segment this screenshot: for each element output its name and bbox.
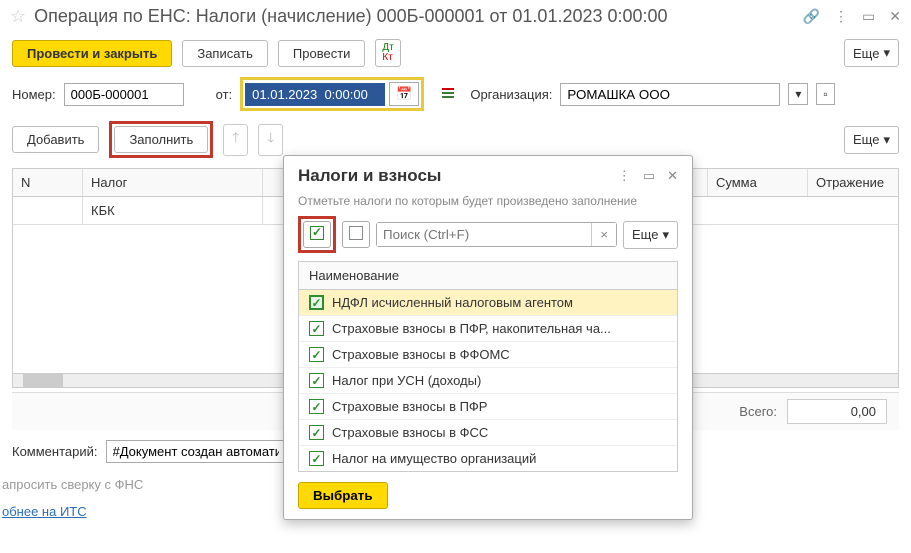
col-n: N [13, 169, 83, 196]
number-input[interactable] [64, 83, 184, 106]
org-input[interactable] [560, 83, 780, 106]
select-button[interactable]: Выбрать [298, 482, 388, 509]
popup-row[interactable]: ✓ Налог при УСН (доходы) [299, 368, 677, 394]
checkbox-icon[interactable]: ✓ [309, 373, 324, 388]
checkbox-icon[interactable]: ✓ [309, 399, 324, 414]
popup-subtitle: Отметьте налоги по которым будет произве… [284, 190, 692, 216]
org-dropdown-icon[interactable]: ▾ [788, 83, 808, 105]
sub-kbk: КБК [83, 197, 263, 224]
popup-more-icon[interactable]: ⋮ [618, 168, 631, 184]
table-more-button[interactable]: Еще ▾ [844, 126, 899, 154]
col-reflect: Отражение [808, 169, 898, 196]
from-label: от: [216, 87, 233, 102]
popup-row-label: Страховые взносы в ПФР, накопительная ча… [332, 321, 667, 336]
popup-title: Налоги и взносы [298, 166, 610, 186]
taxes-popup: Налоги и взносы ⋮ ▭ ✕ Отметьте налоги по… [283, 155, 693, 520]
checkbox-icon[interactable]: ✓ [309, 347, 324, 362]
dtkt-button[interactable]: ДтКт [375, 39, 400, 67]
popup-row-label: Страховые взносы в ПФР [332, 399, 667, 414]
popup-row[interactable]: ✓ Страховые взносы в ФФОМС [299, 342, 677, 368]
popup-row[interactable]: ✓ Страховые взносы в ФСС [299, 420, 677, 446]
uncheck-all-button[interactable] [342, 221, 370, 248]
totals-value: 0,00 [787, 399, 887, 424]
link-icon[interactable]: 🔗 [803, 8, 820, 25]
totals-label: Всего: [739, 404, 777, 419]
more-button[interactable]: Еще ▾ [844, 39, 899, 67]
date-input[interactable] [245, 83, 385, 106]
comment-label: Комментарий: [12, 444, 98, 459]
org-label: Организация: [470, 87, 552, 102]
col-tax: Налог [83, 169, 263, 196]
popup-col-name: Наименование [299, 262, 677, 290]
post-button[interactable]: Провести [278, 40, 366, 67]
restore-icon[interactable]: ▭ [862, 8, 875, 25]
popup-row-label: Налог при УСН (доходы) [332, 373, 667, 388]
popup-more-button[interactable]: Еще ▾ [623, 221, 678, 249]
popup-close-icon[interactable]: ✕ [667, 168, 678, 184]
checkbox-icon[interactable]: ✓ [309, 425, 324, 440]
comment-input[interactable] [106, 440, 286, 463]
close-icon[interactable]: ✕ [889, 8, 901, 25]
popup-row[interactable]: ✓ Налог на имущество организаций [299, 446, 677, 471]
checkbox-icon[interactable]: ✓ [309, 321, 324, 336]
number-label: Номер: [12, 87, 56, 102]
more-vert-icon[interactable]: ⋮ [834, 8, 848, 25]
popup-row[interactable]: ✓ Страховые взносы в ПФР [299, 394, 677, 420]
popup-row-label: НДФЛ исчисленный налоговым агентом [332, 295, 667, 310]
check-all-button[interactable] [303, 221, 331, 248]
checkbox-icon[interactable]: ✓ [309, 295, 324, 310]
popup-row-label: Налог на имущество организаций [332, 451, 667, 466]
checkbox-icon[interactable]: ✓ [309, 451, 324, 466]
search-clear-button[interactable]: × [591, 223, 616, 246]
fill-button[interactable]: Заполнить [114, 126, 208, 153]
move-down-button[interactable]: 🡓 [258, 124, 283, 156]
move-up-button[interactable]: 🡑 [223, 124, 248, 156]
save-button[interactable]: Записать [182, 40, 268, 67]
popup-restore-icon[interactable]: ▭ [643, 168, 655, 184]
add-button[interactable]: Добавить [12, 126, 99, 153]
favorite-star-icon[interactable]: ☆ [10, 6, 26, 27]
org-open-icon[interactable]: ▫ [816, 83, 834, 105]
popup-row-label: Страховые взносы в ФСС [332, 425, 667, 440]
col-sum: Сумма [708, 169, 808, 196]
post-and-close-button[interactable]: Провести и закрыть [12, 40, 172, 67]
calendar-icon[interactable]: 📅 [389, 82, 419, 106]
popup-row[interactable]: ✓ Страховые взносы в ПФР, накопительная ч… [299, 316, 677, 342]
list-icon[interactable] [442, 88, 456, 100]
popup-row-label: Страховые взносы в ФФОМС [332, 347, 667, 362]
popup-search-input[interactable] [377, 223, 591, 246]
popup-row[interactable]: ✓ НДФЛ исчисленный налоговым агентом [299, 290, 677, 316]
window-title: Операция по ЕНС: Налоги (начисление) 000… [34, 6, 794, 27]
